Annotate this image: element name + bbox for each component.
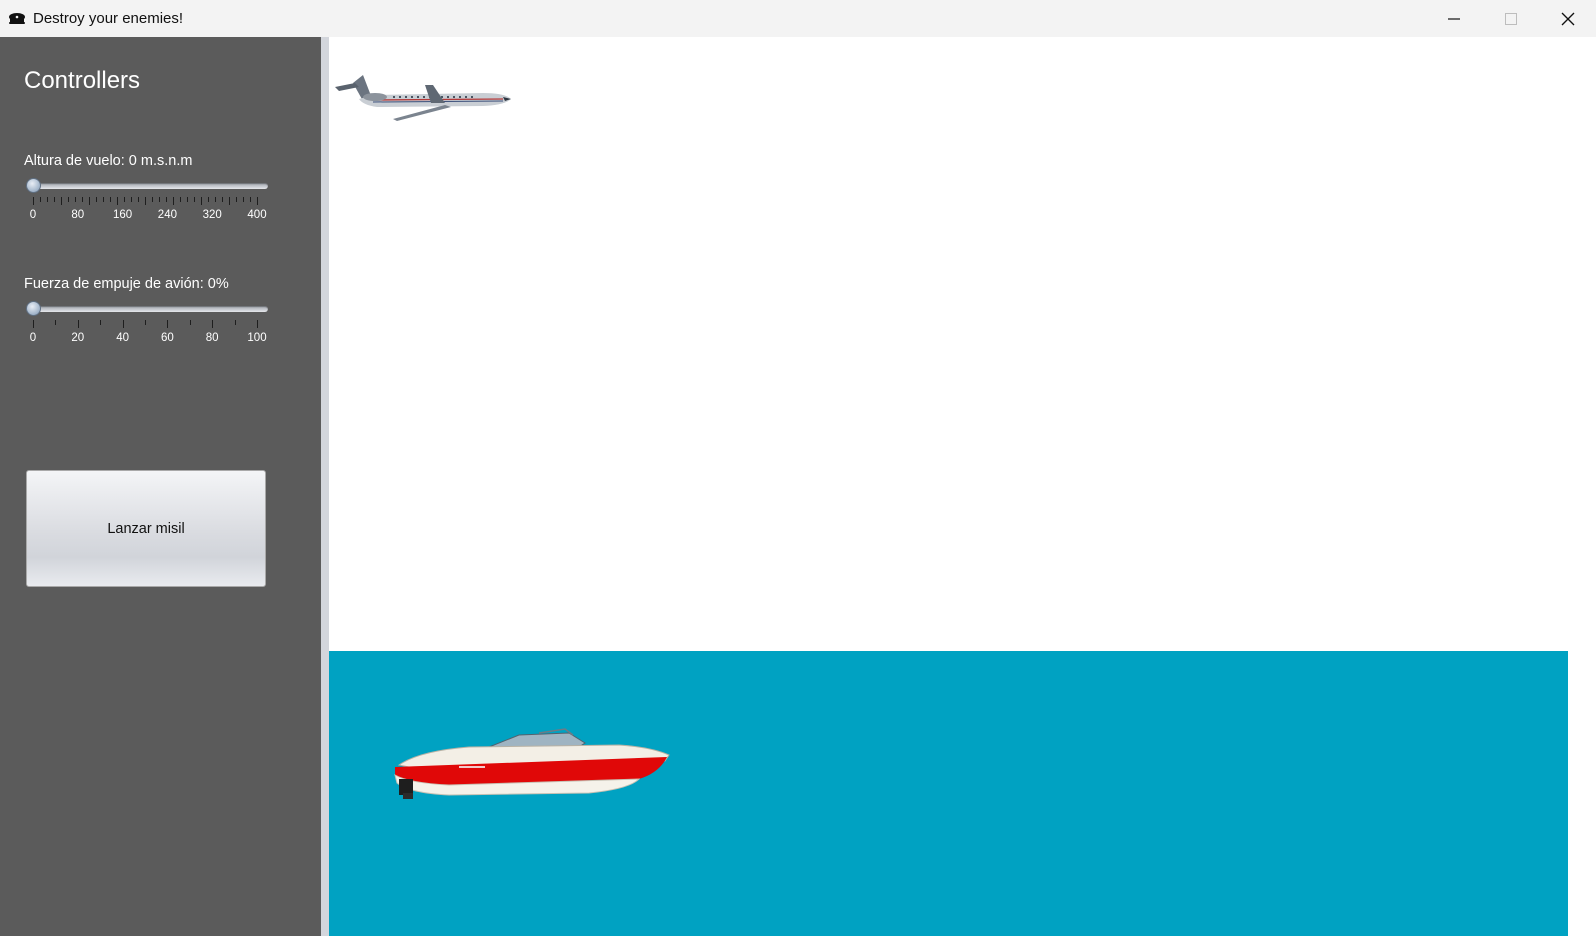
title-bar: Destroy your enemies! [0, 0, 1596, 37]
maximize-button[interactable] [1482, 0, 1539, 37]
altitude-slider-tick [103, 197, 104, 202]
thrust-slider-tick [33, 320, 34, 328]
altitude-slider-track[interactable] [26, 183, 268, 189]
altitude-slider-tick [180, 197, 181, 202]
altitude-slider-tick [68, 197, 69, 202]
altitude-slider-tick-label: 240 [157, 209, 177, 221]
altitude-slider-tick [208, 197, 209, 202]
altitude-slider-thumb[interactable] [26, 178, 41, 193]
thrust-label: Fuerza de empuje de avión: 0% [24, 276, 229, 292]
window-controls [1425, 0, 1596, 37]
altitude-slider-tick-label: 400 [247, 209, 267, 221]
close-button[interactable] [1539, 0, 1596, 37]
altitude-slider-tick [61, 197, 62, 205]
sidebar-heading: Controllers [24, 67, 141, 94]
altitude-slider-tick [145, 197, 146, 205]
altitude-slider-tick [243, 197, 244, 202]
game-scene [329, 37, 1568, 936]
altitude-slider-tick [138, 197, 139, 202]
altitude-slider-tick-label: 80 [71, 209, 85, 221]
thrust-slider-tick [122, 320, 124, 328]
thrust-slider-tick [189, 320, 191, 325]
thrust-slider-tick [55, 320, 57, 325]
thrust-slider-tick [100, 320, 102, 325]
thrust-slider-tick [77, 320, 79, 328]
altitude-slider-tick [194, 197, 195, 202]
altitude-label: Altura de vuelo: 0 m.s.n.m [24, 153, 193, 169]
thrust-slider-tick-label: 20 [71, 332, 85, 344]
altitude-slider-tick [229, 197, 230, 205]
altitude-slider-tick [257, 197, 258, 205]
thrust-slider-tick [234, 320, 236, 325]
altitude-slider-tick-label: 0 [29, 209, 37, 221]
controls-sidebar: Controllers Altura de vuelo: 0 m.s.n.m 0… [0, 37, 321, 936]
altitude-slider-tick [96, 197, 97, 202]
close-icon [1561, 12, 1574, 25]
airplane-sprite [335, 75, 511, 121]
altitude-slider-tick [131, 197, 132, 202]
altitude-slider-tick [33, 197, 34, 205]
maximize-icon [1504, 12, 1517, 25]
speedboat-sprite [394, 728, 670, 799]
altitude-slider-tick [173, 197, 174, 205]
altitude-slider-tick [89, 197, 90, 205]
thrust-slider-tick [145, 320, 146, 325]
window-edge [1568, 37, 1596, 936]
altitude-slider-tick [75, 197, 76, 202]
altitude-slider-tick-label: 160 [113, 209, 133, 221]
thrust-slider-tick [167, 320, 169, 328]
thrust-slider-tick [257, 320, 258, 328]
altitude-slider-tick [47, 197, 48, 202]
thrust-slider[interactable]: 0 20 40 60 80 100 [24, 300, 270, 360]
altitude-slider-tick [250, 197, 251, 202]
window-title: Destroy your enemies! [33, 10, 184, 27]
thrust-slider-tick-label: 60 [160, 332, 174, 344]
minimize-icon [1447, 17, 1460, 20]
thrust-slider-track[interactable] [26, 306, 268, 312]
altitude-slider-tick [40, 197, 41, 202]
altitude-slider-tick-label: 320 [202, 209, 222, 221]
altitude-slider-tick [124, 197, 125, 202]
altitude-slider-tick [222, 197, 223, 202]
altitude-slider-tick [159, 197, 160, 202]
pilot-cap-icon [8, 12, 26, 26]
altitude-slider-tick [54, 197, 55, 202]
thrust-slider-thumb[interactable] [26, 301, 41, 316]
altitude-slider-tick [215, 197, 216, 202]
thrust-slider-tick-label: 80 [205, 332, 219, 344]
thrust-slider-tick [212, 320, 214, 328]
minimize-button[interactable] [1425, 0, 1482, 37]
altitude-slider-tick [82, 197, 83, 202]
altitude-slider-tick [166, 197, 167, 202]
thrust-slider-tick-label: 40 [116, 332, 129, 344]
thrust-slider-tick-label: 100 [247, 332, 267, 344]
altitude-slider[interactable]: 0 80 160 240 320 400 [24, 177, 270, 237]
altitude-slider-tick [117, 197, 118, 205]
altitude-slider-tick [110, 197, 111, 202]
launch-missile-button[interactable]: Lanzar misil [26, 470, 266, 587]
altitude-slider-tick [201, 197, 202, 205]
thrust-slider-tick-label: 0 [29, 332, 37, 344]
altitude-slider-tick [152, 197, 153, 202]
altitude-slider-tick [236, 197, 237, 202]
altitude-slider-tick [187, 197, 188, 202]
panel-divider[interactable] [321, 37, 329, 936]
